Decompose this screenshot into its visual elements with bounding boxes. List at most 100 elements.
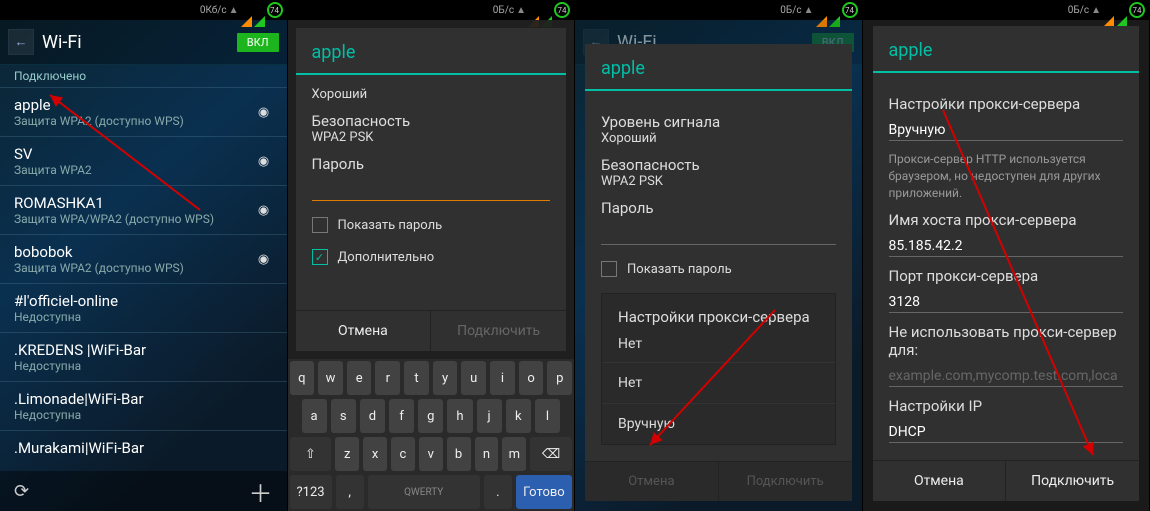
dialog-title: apple <box>889 40 1124 61</box>
advanced-row[interactable]: ✓ Дополнительно <box>312 249 551 265</box>
show-password-row[interactable]: Показать пароль <box>601 261 836 277</box>
wifi-name: .KREDENS |WiFi-Bar <box>14 341 273 359</box>
statusbar: 0Б/с ▲ 74 <box>575 0 862 20</box>
wifi-item-officiel[interactable]: #l'officiel-onlineНедоступна <box>0 283 287 332</box>
wifi-list: appleЗащита WPA2 (доступно WPS) ◉ SVЗащи… <box>0 87 287 465</box>
key-shift[interactable]: ⇧ <box>290 437 332 471</box>
key-l[interactable]: l <box>535 399 560 433</box>
security-value: WPA2 PSK <box>312 130 551 145</box>
key-symbols[interactable]: ?123 <box>290 475 332 509</box>
proxy-current[interactable]: Нет <box>602 332 835 362</box>
wifi-sub: Недоступна <box>14 359 273 373</box>
proxy-label: Настройки прокси-сервера <box>889 95 1124 113</box>
connect-button[interactable]: Подключить <box>430 311 566 351</box>
cancel-button[interactable]: Отмена <box>296 311 431 351</box>
password-label: Пароль <box>601 199 836 217</box>
key-x[interactable]: x <box>363 437 387 471</box>
key-o[interactable]: o <box>519 361 544 395</box>
key-p[interactable]: p <box>547 361 572 395</box>
wifi-sub: Недоступна <box>14 408 273 422</box>
advanced-label: Дополнительно <box>338 250 435 265</box>
wifi-sub: Недоступна <box>14 310 273 324</box>
dialog: apple Уровень сигнала Хороший Безопаснос… <box>585 44 852 501</box>
checkbox-icon <box>312 217 328 233</box>
net-speed: 0Кб/с <box>200 5 227 16</box>
refresh-icon[interactable]: ⟳ <box>14 481 29 502</box>
key-y[interactable]: y <box>433 361 458 395</box>
key-space[interactable]: QWERTY <box>368 475 480 509</box>
key-d[interactable]: d <box>360 399 385 433</box>
key-t[interactable]: t <box>404 361 429 395</box>
wifi-item-romashka1[interactable]: ROMASHKA1Защита WPA/WPA2 (доступно WPS) … <box>0 185 287 234</box>
key-e[interactable]: e <box>347 361 372 395</box>
key-r[interactable]: r <box>375 361 400 395</box>
dialog: apple Настройки прокси-сервера Вручную П… <box>873 26 1140 501</box>
proxy-select[interactable]: Вручную <box>889 117 1124 141</box>
key-backspace[interactable]: ⌫ <box>530 437 572 471</box>
wifi-toggle[interactable]: ВКЛ <box>237 33 279 52</box>
key-c[interactable]: c <box>391 437 415 471</box>
connect-button[interactable]: Подключить <box>1005 461 1139 501</box>
signal-1-icon <box>1103 5 1114 16</box>
wifi-sub: Защита WPA/WPA2 (доступно WPS) <box>14 212 255 226</box>
wifi-name: bobobok <box>14 243 255 261</box>
wifi-signal-icon: ◉ <box>255 203 273 218</box>
ip-select[interactable]: DHCP <box>889 419 1124 443</box>
proxy-dropdown: Настройки прокси-сервера Нет Нет Вручную <box>601 293 836 445</box>
key-v[interactable]: v <box>419 437 443 471</box>
key-dot[interactable]: . <box>484 475 512 509</box>
key-comma[interactable]: , <box>336 475 364 509</box>
wifi-name: .Murakami|WiFi-Bar <box>14 439 273 457</box>
bypass-input[interactable]: example.com,mycomp.test.com,loca <box>889 363 1124 387</box>
wifi-name: apple <box>14 96 255 114</box>
bottom-bar: ⟳ ＋ <box>0 471 287 511</box>
key-a[interactable]: a <box>302 399 327 433</box>
net-speed: 0Б/с <box>493 5 514 16</box>
key-m[interactable]: m <box>502 437 526 471</box>
show-password-label: Показать пароль <box>627 262 732 277</box>
key-z[interactable]: z <box>335 437 359 471</box>
cancel-button[interactable]: Отмена <box>873 461 1006 501</box>
signal-value: Хороший <box>601 131 836 146</box>
password-input[interactable] <box>312 177 551 201</box>
back-icon[interactable]: ← <box>8 29 34 55</box>
wifi-item-apple[interactable]: appleЗащита WPA2 (доступно WPS) ◉ <box>0 87 287 136</box>
key-q[interactable]: q <box>290 361 315 395</box>
proxy-help: Прокси-сервер HTTP используется браузеро… <box>889 151 1124 201</box>
wifi-item-limonade[interactable]: .Limonade|WiFi-BarНедоступна <box>0 381 287 430</box>
password-input[interactable] <box>601 221 836 245</box>
key-j[interactable]: j <box>477 399 502 433</box>
checkbox-icon: ✓ <box>312 249 328 265</box>
wifi-icon: ▲ <box>516 5 526 16</box>
bypass-placeholder: example.com,mycomp.test.com,loca <box>889 368 1118 384</box>
key-done[interactable]: Готово <box>516 475 572 509</box>
proxy-host-input[interactable]: 85.185.42.2 <box>889 233 1124 257</box>
wifi-sub: Защита WPA2 (доступно WPS) <box>14 261 255 275</box>
key-s[interactable]: s <box>331 399 356 433</box>
add-network-icon[interactable]: ＋ <box>249 474 273 509</box>
wifi-item-kredens[interactable]: .KREDENS |WiFi-BarНедоступна <box>0 332 287 381</box>
show-password-row[interactable]: Показать пароль <box>312 217 551 233</box>
wifi-item-sv[interactable]: SVЗащита WPA2 ◉ <box>0 136 287 185</box>
proxy-option-none[interactable]: Нет <box>602 362 835 403</box>
key-k[interactable]: k <box>506 399 531 433</box>
key-i[interactable]: i <box>490 361 515 395</box>
key-w[interactable]: w <box>318 361 343 395</box>
key-h[interactable]: h <box>447 399 472 433</box>
wifi-sub: Защита WPA2 (доступно WPS) <box>14 114 255 128</box>
pane-proxy-details: 0Б/с ▲ 74 apple Настройки прокси-сервера… <box>863 0 1150 511</box>
wifi-signal-icon: ◉ <box>255 252 273 267</box>
key-u[interactable]: u <box>461 361 486 395</box>
proxy-port-input[interactable]: 3128 <box>889 289 1124 313</box>
key-f[interactable]: f <box>389 399 414 433</box>
proxy-option-manual[interactable]: Вручную <box>602 403 835 444</box>
key-g[interactable]: g <box>418 399 443 433</box>
pane-dialog-keyboard: 0Б/с ▲ 74 apple Хороший Безопасность WPA… <box>288 0 576 511</box>
wifi-item-bobobok[interactable]: bobobokЗащита WPA2 (доступно WPS) ◉ <box>0 234 287 283</box>
key-n[interactable]: n <box>475 437 499 471</box>
wifi-item-murakami[interactable]: .Murakami|WiFi-Bar <box>0 430 287 465</box>
show-password-label: Показать пароль <box>338 218 443 233</box>
proxy-select-value: Вручную <box>889 122 946 138</box>
battery-badge: 74 <box>1129 2 1145 18</box>
key-b[interactable]: b <box>447 437 471 471</box>
